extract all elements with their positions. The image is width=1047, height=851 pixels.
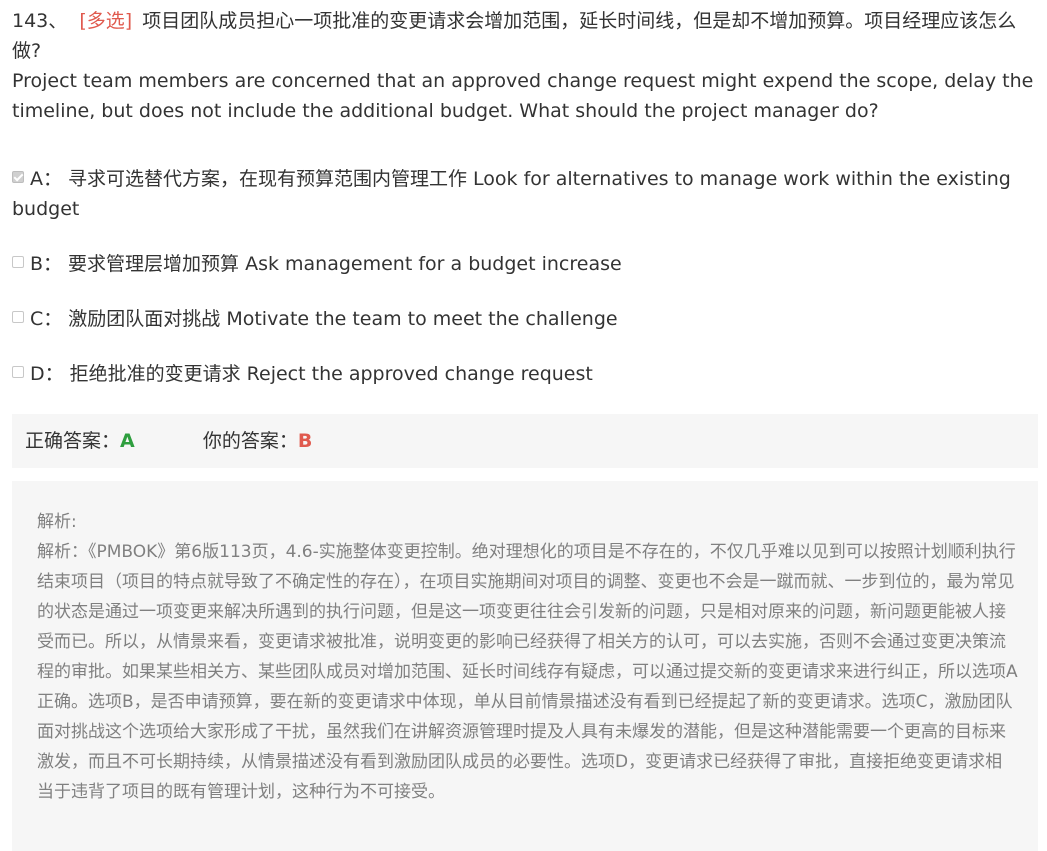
- checkbox-icon[interactable]: [12, 311, 24, 323]
- option-letter: A：: [30, 168, 62, 190]
- your-answer-label: 你的答案：: [202, 430, 298, 452]
- options-list: A： 寻求可选替代方案，在现有预算范围内管理工作 Look for alterna…: [12, 164, 1040, 414]
- your-answer-value: B: [297, 430, 313, 452]
- option-text: 要求管理层增加预算 Ask management for a budget in…: [68, 253, 622, 275]
- option-a[interactable]: A： 寻求可选替代方案，在现有预算范围内管理工作 Look for alterna…: [12, 164, 1040, 224]
- question-line-zh: 143、 [多选] 项目团队成员担心一项批准的变更请求会增加范围，延长时间线，但…: [12, 6, 1040, 66]
- analysis-panel: 解析: 解析：《PMBOK》第6版113页，4.6-实施整体变更控制。绝对理想化…: [12, 481, 1038, 851]
- option-letter: C：: [30, 308, 63, 330]
- question-type-tag: [多选]: [79, 10, 133, 32]
- checkbox-icon[interactable]: [12, 366, 24, 378]
- correct-answer-value: A: [120, 430, 135, 452]
- option-text: 激励团队面对挑战 Motivate the team to meet the c…: [68, 308, 618, 330]
- option-b[interactable]: B： 要求管理层增加预算 Ask management for a budget …: [12, 249, 1040, 279]
- checkbox-checked-icon[interactable]: [12, 171, 24, 183]
- option-letter: B：: [30, 253, 63, 275]
- answer-summary: 正确答案：A 你的答案：B: [12, 414, 1038, 468]
- option-text: 寻求可选替代方案，在现有预算范围内管理工作 Look for alternati…: [12, 168, 1011, 220]
- question-text-en: Project team members are concerned that …: [12, 70, 1034, 122]
- analysis-body: 解析：《PMBOK》第6版113页，4.6-实施整体变更控制。绝对理想化的项目是…: [37, 542, 1018, 802]
- analysis-title: 解析:: [37, 512, 77, 532]
- correct-answer-label: 正确答案：: [25, 430, 121, 452]
- checkbox-icon[interactable]: [12, 256, 24, 268]
- option-c[interactable]: C： 激励团队面对挑战 Motivate the team to meet the…: [12, 304, 1040, 334]
- option-letter: D：: [30, 363, 64, 385]
- option-d[interactable]: D： 拒绝批准的变更请求 Reject the approved change r…: [12, 359, 1040, 389]
- question-text-zh: 项目团队成员担心一项批准的变更请求会增加范围，延长时间线，但是却不增加预算。项目…: [12, 10, 1017, 62]
- option-text: 拒绝批准的变更请求 Reject the approved change req…: [69, 363, 593, 385]
- question-number: 143、: [12, 10, 68, 32]
- question-block: 143、 [多选] 项目团队成员担心一项批准的变更请求会增加范围，延长时间线，但…: [12, 6, 1040, 126]
